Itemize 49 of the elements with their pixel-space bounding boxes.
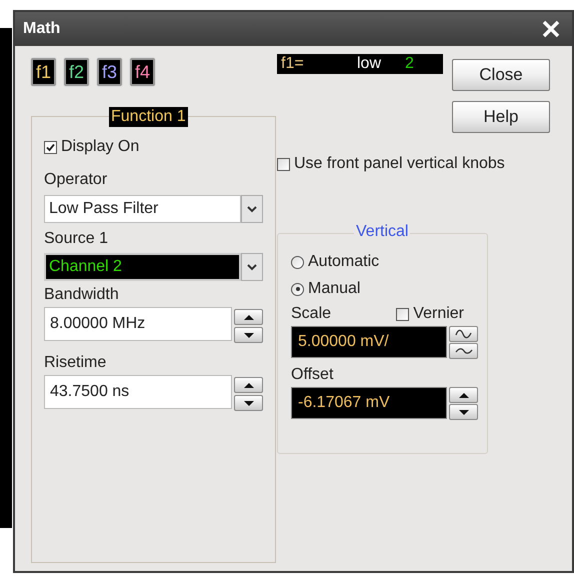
down-triangle-icon	[458, 408, 470, 416]
radio-button[interactable]	[291, 282, 304, 296]
source-dropdown[interactable]: Channel 2	[44, 253, 242, 281]
increment-button[interactable]	[449, 387, 478, 403]
field-label: Bandwidth	[44, 285, 120, 305]
function-button[interactable]: f4	[130, 58, 155, 86]
window-title: Math	[23, 19, 60, 39]
function-button[interactable]: f1	[31, 58, 56, 86]
increment-button[interactable]	[234, 309, 263, 325]
dialog-button[interactable]: Help	[452, 101, 550, 133]
checkbox[interactable]	[44, 140, 57, 154]
group-title: Function 1	[109, 107, 188, 127]
vernier-checkbox[interactable]: Vernier	[396, 302, 464, 326]
field-label: Source 1	[44, 229, 110, 249]
decrement-button[interactable]	[449, 404, 478, 420]
status-label: f1=	[281, 54, 305, 74]
field-label: Risetime	[44, 353, 108, 373]
down-triangle-icon	[242, 332, 254, 338]
function-button[interactable]: f2	[64, 58, 89, 86]
risetime-field[interactable]: 43.7500 ns	[44, 375, 232, 409]
fine-wave-button[interactable]	[449, 343, 478, 359]
wave-icon	[454, 347, 472, 355]
bandwidth-field[interactable]: 8.00000 MHz	[44, 307, 232, 341]
checkbox[interactable]	[396, 308, 410, 320]
status-operator: low	[357, 54, 382, 74]
front-panel-checkbox[interactable]: Use front panel vertical knobs	[277, 152, 572, 176]
function-button[interactable]: f3	[97, 58, 122, 86]
checkbox[interactable]	[277, 158, 290, 170]
decrement-button[interactable]	[234, 327, 263, 343]
field-label: Operator	[44, 170, 108, 190]
down-triangle-icon	[242, 400, 254, 406]
field-label: Offset	[291, 365, 334, 385]
wave-icon	[454, 329, 472, 339]
radio-button[interactable]	[291, 256, 304, 268]
operator-dropdown[interactable]: Low Pass Filter	[44, 195, 242, 223]
display-on-checkbox[interactable]: Display On	[44, 135, 263, 159]
up-triangle-icon	[242, 314, 254, 320]
status-source: 2	[405, 54, 414, 74]
increment-button[interactable]	[234, 377, 263, 393]
up-triangle-icon	[242, 382, 254, 388]
up-triangle-icon	[458, 392, 470, 398]
field-label: Scale	[291, 304, 332, 324]
radio-option[interactable]: Manual	[291, 277, 487, 301]
offset-field[interactable]: -6.17067 mV	[291, 387, 447, 419]
dialog-button[interactable]: Close	[452, 59, 550, 91]
scale-field[interactable]: 5.00000 mV/	[291, 326, 447, 358]
radio-option[interactable]: Automatic	[291, 250, 487, 274]
decrement-button[interactable]	[234, 395, 263, 411]
coarse-wave-button[interactable]	[449, 326, 478, 342]
